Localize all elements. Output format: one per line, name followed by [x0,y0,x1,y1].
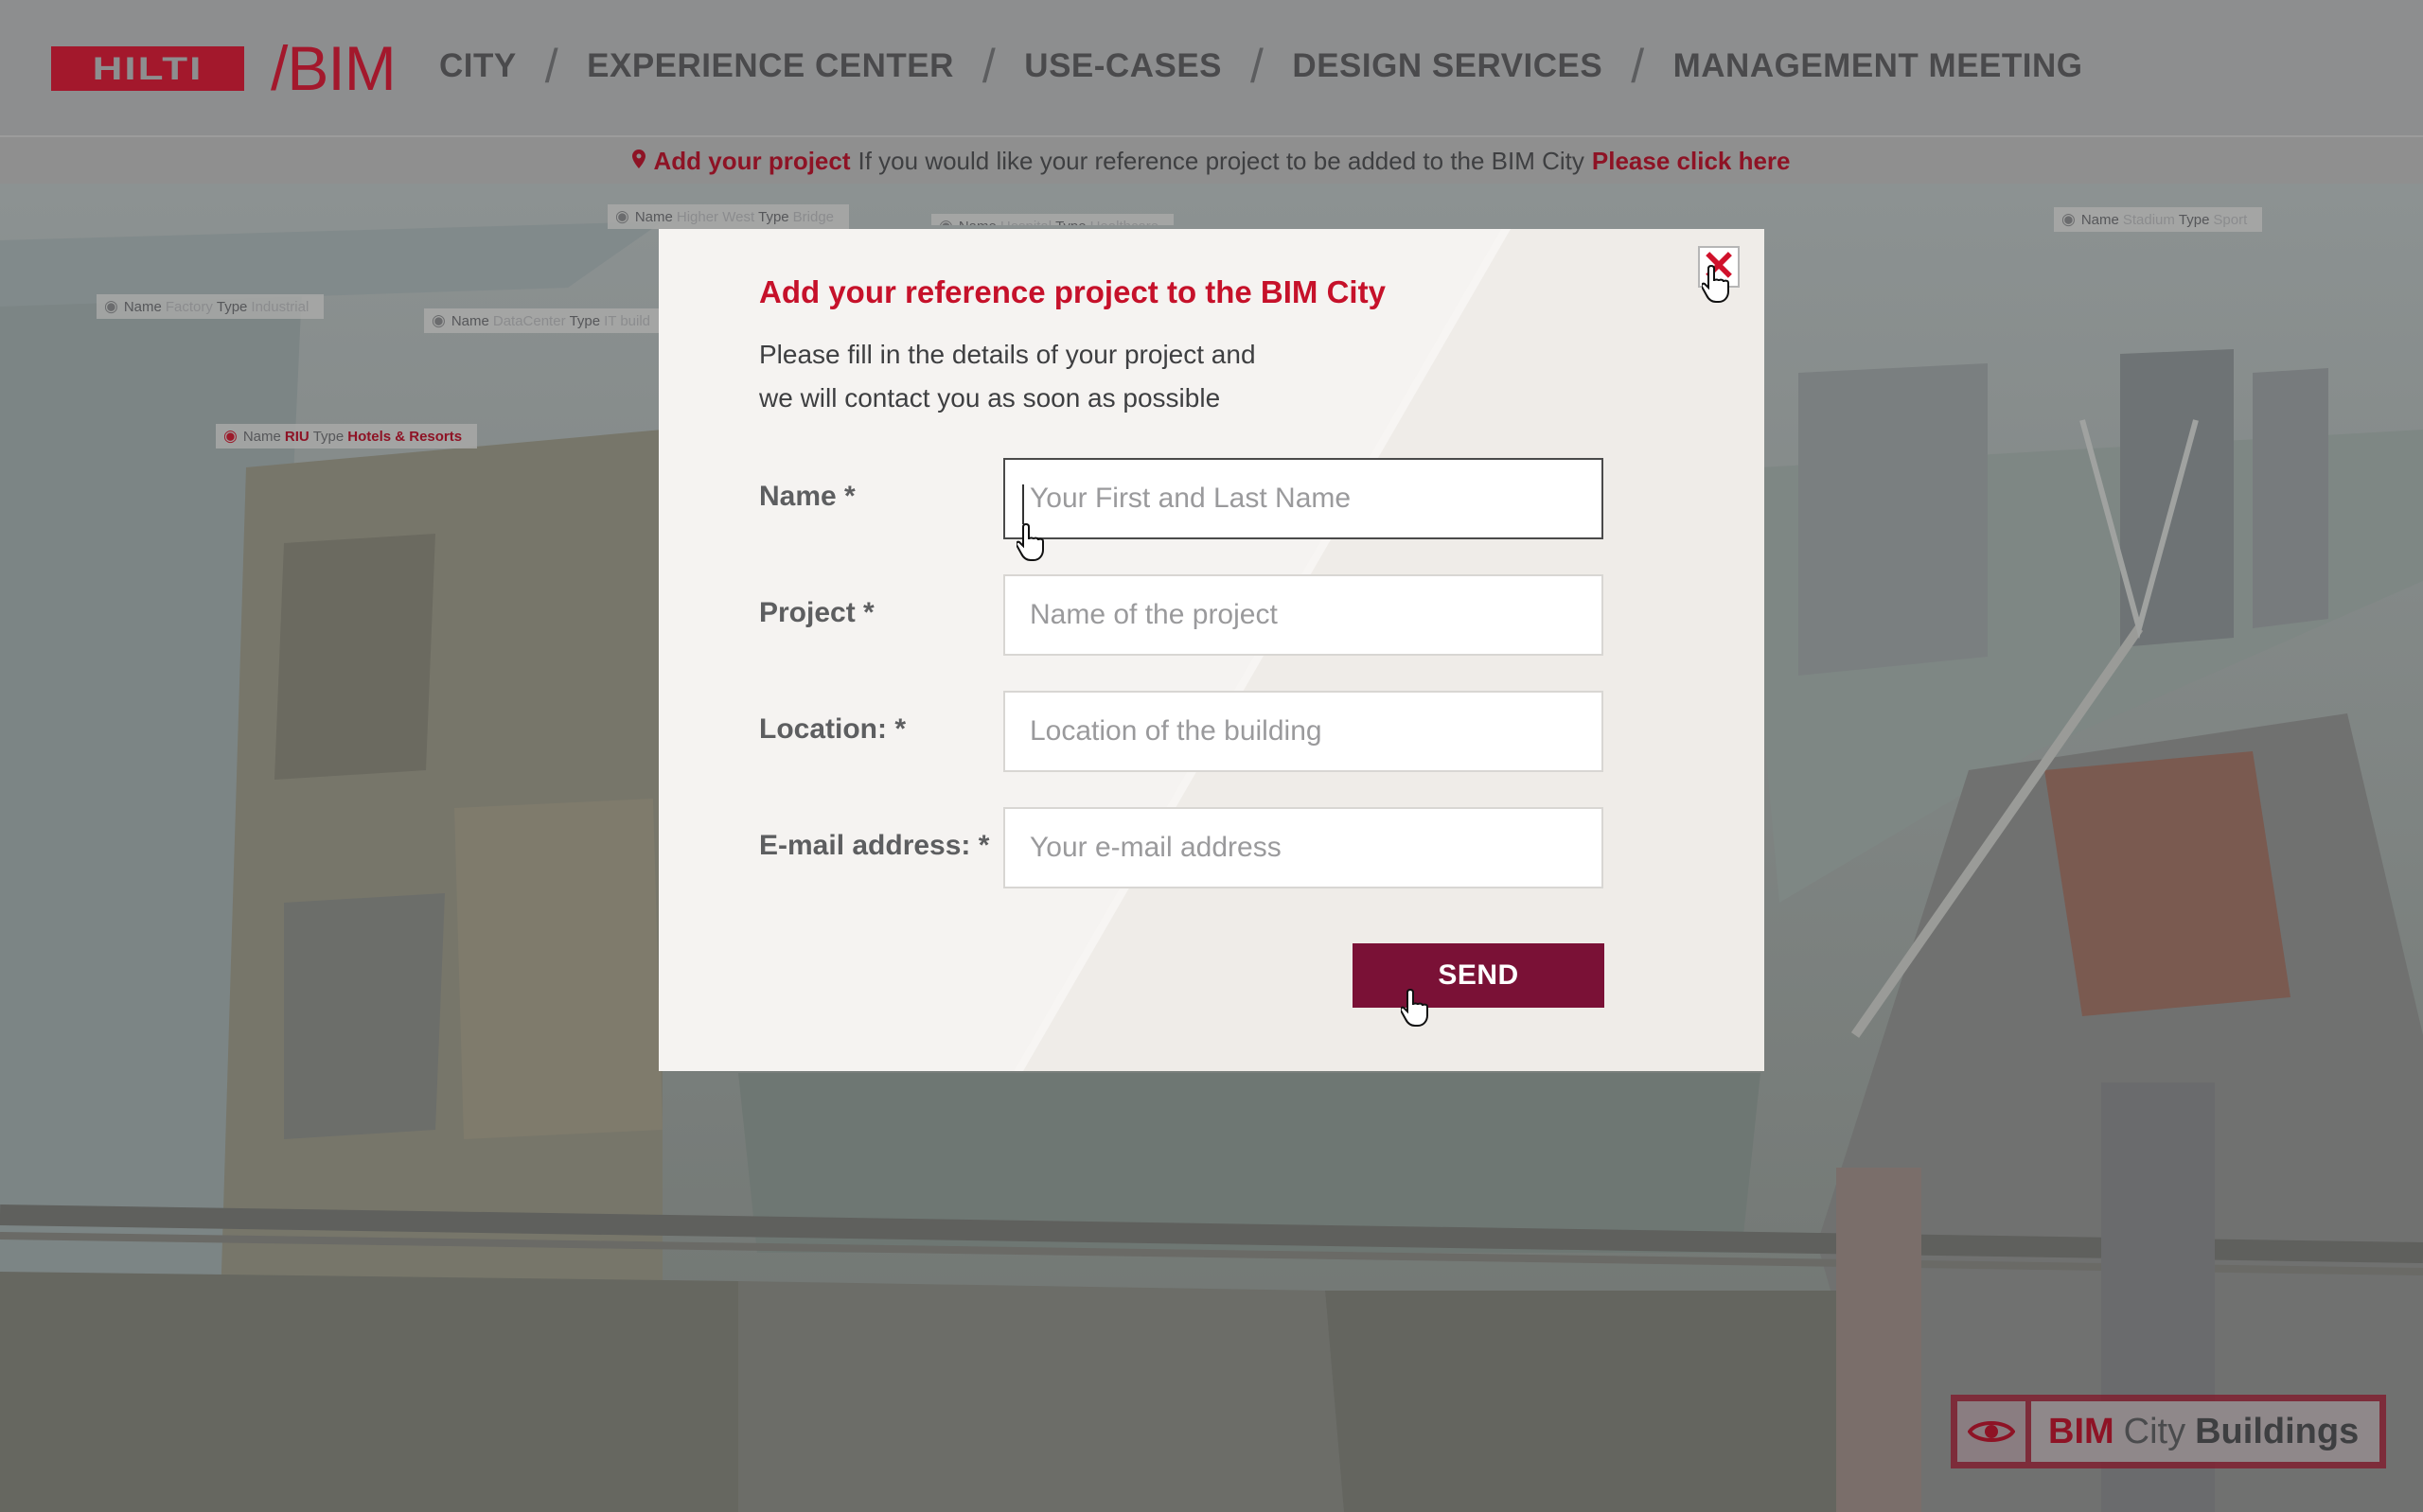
bim-city-buildings-toggle[interactable]: BIM City Buildings [1951,1395,2386,1468]
text-caret [1022,484,1024,524]
nav-item-use-cases[interactable]: USE-CASES [1024,47,1222,85]
map-label-type: Hotels & Resorts [347,428,463,445]
map-pin-icon [632,149,646,174]
map-label-type: IT build [604,312,651,329]
nav-item-design-services[interactable]: DESIGN SERVICES [1292,47,1602,85]
top-header: HILTI /BIM CITY / EXPERIENCE CENTER / US… [0,0,2423,135]
map-label-type: Sport [2213,211,2248,228]
eye-icon [1957,1401,2025,1462]
hilti-logo[interactable]: HILTI [51,46,244,91]
nav-item-experience-center[interactable]: EXPERIENCE CENTER [587,47,954,85]
badge-part-city: City [2123,1411,2186,1451]
hilti-logo-text: HILTI [92,50,203,87]
main-nav: CITY / EXPERIENCE CENTER / USE-CASES / D… [439,40,2083,93]
map-label-name-key: Name [451,312,489,329]
map-label-type-key: Type [216,298,248,315]
project-input[interactable] [1003,574,1603,656]
map-label-name: Factory [165,298,213,315]
map-label-name: Stadium [2122,211,2175,228]
map-label-type-key: Type [758,208,789,225]
map-label-name: DataCenter [492,312,566,329]
modal-description: Please fill in the details of your proje… [759,333,1289,420]
map-label-name: RIU [284,428,310,445]
map-label[interactable]: ◉ Name Stadium Type Sport [2054,207,2263,232]
bim-city-buildings-label: BIM City Buildings [2031,1401,2379,1462]
map-label-name-key: Name [2080,211,2119,228]
nav-separator: / [1250,40,1265,93]
hand-cursor-icon [1401,988,1428,1027]
map-label-type: Bridge [792,208,835,225]
eye-icon: ◉ [432,311,446,329]
send-button[interactable]: SEND [1353,943,1604,1008]
map-label[interactable]: ◉ Name Higher West Type Bridge [608,204,850,229]
map-label[interactable]: ◉ Name DataCenter Type IT build [424,308,666,333]
eye-icon: ◉ [2061,210,2076,228]
eye-icon: ◉ [615,207,629,225]
project-label: Project * [759,597,875,628]
eye-icon: ◉ [223,427,238,445]
eye-icon: ◉ [104,297,118,315]
add-project-text: If you would like your reference project… [858,147,1584,175]
map-label-name-key: Name [242,428,281,445]
badge-part-buildings: Buildings [2195,1411,2360,1451]
please-click-here-link[interactable]: Please click here [1592,147,1791,176]
modal-description-line: we will contact you as soon as possible [759,383,1221,413]
nav-item-city[interactable]: CITY [439,47,517,85]
add-project-lead[interactable]: Add your project [653,147,850,176]
map-label-name-key: Name [123,298,162,315]
map-label[interactable]: ◉ Name Factory Type Industrial [97,294,325,319]
nav-separator: / [544,40,559,93]
email-input[interactable] [1003,807,1603,888]
modal-title: Add your reference project to the BIM Ci… [759,274,1386,309]
location-label: Location: * [759,713,906,745]
map-label-type: Industrial [251,298,310,315]
location-input[interactable] [1003,691,1603,772]
name-input[interactable] [1003,458,1603,539]
add-project-infobar: Add your project If you would like your … [0,135,2423,185]
hand-cursor-icon [1702,264,1729,303]
nav-item-management-meeting[interactable]: MANAGEMENT MEETING [1673,47,2083,85]
map-label-name: Higher West [676,208,755,225]
hand-cursor-icon [1017,522,1044,561]
nav-separator: / [1631,40,1645,93]
nav-separator: / [982,40,997,93]
map-label-type-key: Type [2178,211,2210,228]
name-label: Name * [759,481,856,512]
email-label: E-mail address: * [759,830,990,861]
bim-logo[interactable]: /BIM [271,32,397,104]
badge-part-bim: BIM [2048,1411,2114,1451]
map-label-type-key: Type [312,428,345,445]
modal-description-line: Please fill in the details of your proje… [759,340,1256,369]
map-label-name-key: Name [634,208,673,225]
map-label-type-key: Type [569,312,601,329]
map-label[interactable]: ◉ Name RIU Type Hotels & Resorts [216,424,478,448]
add-project-modal: ✕ Add your reference project to the BIM … [659,229,1764,1071]
